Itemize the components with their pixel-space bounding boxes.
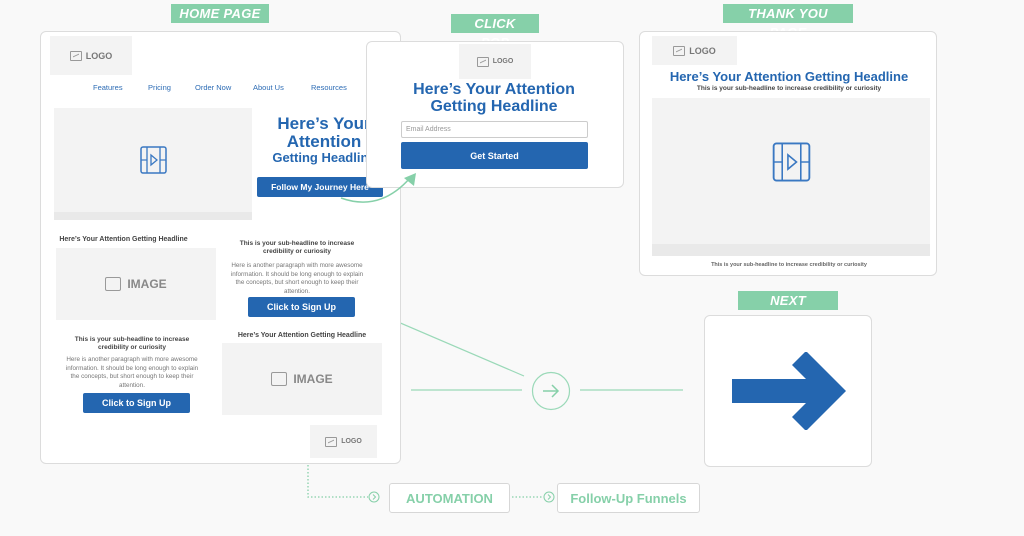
thankyou-headline: Here’s Your Attention Getting Headline: [669, 69, 909, 84]
thank-you-page-card: LOGO Here’s Your Attention Getting Headl…: [639, 31, 937, 276]
image-icon: [325, 436, 338, 447]
section1-subheadline: This is your sub-headline to increase cr…: [239, 240, 355, 256]
logo-text: LOGO: [689, 45, 716, 56]
video-icon: [772, 142, 811, 182]
next-arrow-icon: [732, 352, 846, 430]
popup-headline: Here’s Your Attention Getting Headline: [413, 81, 575, 115]
image-icon: [271, 372, 288, 386]
home-page-card: LOGO Features Pricing Order Now About Us…: [40, 31, 401, 464]
section1-headline: Here’s Your Attention Getting Headline: [59, 236, 188, 243]
connector-home-to-automation: [307, 465, 368, 498]
email-input[interactable]: Email Address: [401, 121, 588, 138]
home-logo: LOGO: [50, 36, 132, 75]
section1-image: IMAGE: [56, 248, 216, 320]
section2-subheadline: This is your sub-headline to increase cr…: [74, 336, 190, 352]
logo-text: LOGO: [85, 50, 113, 61]
nav-order-now[interactable]: Order Now: [195, 83, 231, 92]
image-icon: [673, 45, 686, 56]
thank-you-page-label: THANK YOU PAGE: [723, 4, 853, 40]
section2-headline: Here’s Your Attention Getting Headline: [237, 332, 367, 339]
click-pop-label: CLICK POP: [451, 14, 539, 50]
follow-up-funnels-box[interactable]: Follow-Up Funnels: [557, 483, 700, 513]
video-controls[interactable]: [54, 212, 252, 220]
home-page-label: HOME PAGE: [171, 4, 269, 23]
funnel-diagram: HOME PAGE LOGO Features Pricing Order No…: [0, 0, 1024, 536]
nav-about-us[interactable]: About Us: [253, 83, 284, 92]
nav-features[interactable]: Features: [93, 83, 123, 92]
circle-arrow-icon: [368, 491, 380, 503]
next-funnel-card[interactable]: [704, 315, 872, 467]
thankyou-caption: This is your sub-headline to increase cr…: [711, 262, 867, 268]
circle-arrow-icon: [543, 491, 555, 503]
nav-resources[interactable]: Resources: [311, 83, 347, 92]
section2-signup-button[interactable]: Click to Sign Up: [83, 393, 190, 413]
thankyou-video-player[interactable]: [652, 98, 930, 256]
logo-text: LOGO: [341, 438, 362, 445]
home-video-player[interactable]: [54, 108, 252, 220]
footer-logo: LOGO: [310, 425, 377, 458]
video-controls[interactable]: [652, 244, 930, 256]
logo-text: LOGO: [492, 58, 514, 65]
image-icon: [105, 277, 122, 291]
nav-pricing[interactable]: Pricing: [148, 83, 171, 92]
thankyou-logo: LOGO: [652, 36, 737, 65]
thankyou-subheadline: This is your sub-headline to increase cr…: [696, 85, 882, 92]
next-funnel-label: NEXT FUNNEL: [738, 291, 838, 327]
popup-logo: LOGO: [459, 44, 531, 79]
click-pop-card: LOGO Here’s Your Attention Getting Headl…: [366, 41, 624, 188]
flow-arrow-circle-icon: [531, 371, 571, 411]
automation-box[interactable]: AUTOMATION: [389, 483, 510, 513]
section2-image: IMAGE: [222, 343, 382, 415]
section2-paragraph: Here is another paragraph with more awes…: [65, 356, 199, 389]
image-icon: [69, 50, 82, 61]
image-icon: [476, 56, 489, 67]
follow-journey-button[interactable]: Follow My Journey Here: [257, 177, 383, 197]
section1-paragraph: Here is another paragraph with more awes…: [230, 262, 364, 295]
section1-signup-button[interactable]: Click to Sign Up: [248, 297, 355, 317]
image-label: IMAGE: [127, 277, 167, 291]
video-icon: [140, 146, 167, 174]
image-label: IMAGE: [293, 372, 333, 386]
get-started-button[interactable]: Get Started: [401, 142, 588, 169]
